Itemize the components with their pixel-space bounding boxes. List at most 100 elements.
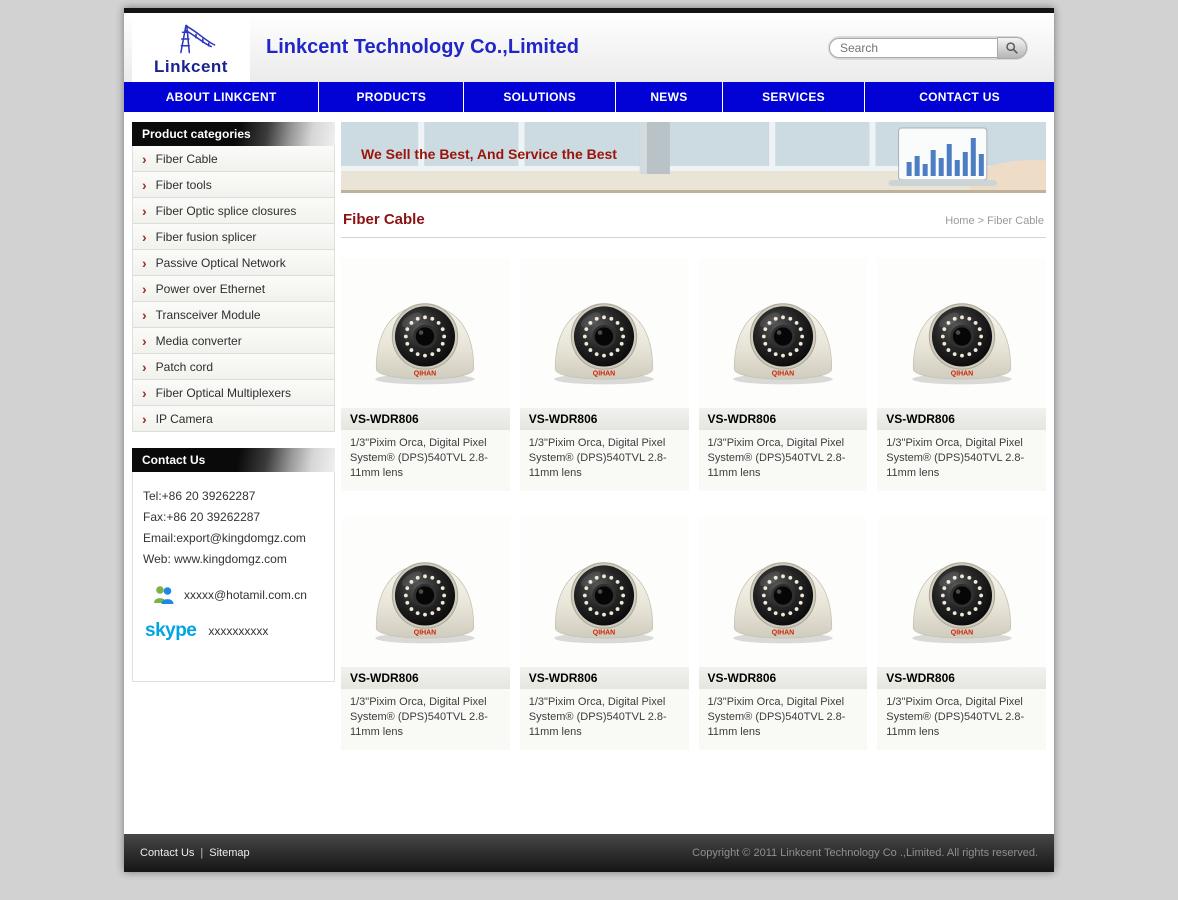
category-list: › Fiber Cable › Fiber tools › Fiber Optic s…: [132, 146, 335, 432]
sidebar-item-fiber-fusion-splicer[interactable]: › Fiber fusion splicer: [133, 224, 334, 250]
product-card: VS-WDR806 1/3"Pixim Orca, Digital Pixel …: [877, 258, 1046, 491]
product-description: 1/3"Pixim Orca, Digital Pixel System® (D…: [877, 689, 1046, 740]
category-label: IP Camera: [156, 412, 213, 426]
title-row: Fiber Cable Home > Fiber Cable: [341, 203, 1046, 238]
nav-item-news[interactable]: NEWS: [616, 82, 723, 112]
product-image-link[interactable]: [520, 258, 689, 408]
footer-separator: |: [200, 847, 203, 859]
arrow-icon: ›: [142, 256, 147, 270]
tel-line: Tel:+86 20 39262287: [143, 486, 324, 507]
sidebar-item-fiber-tools[interactable]: › Fiber tools: [133, 172, 334, 198]
sidebar-item-patch-cord[interactable]: ›Patch cord: [133, 354, 334, 380]
nav-item-solutions[interactable]: SOLUTIONS: [464, 82, 616, 112]
arrow-icon: ›: [142, 152, 147, 166]
product-grid: VS-WDR806 1/3"Pixim Orca, Digital Pixel …: [341, 258, 1046, 750]
footer: Contact Us | Sitemap Copyright © 2011 Link…: [124, 834, 1054, 872]
content-area: Product categories › Fiber Cable › Fiber t…: [124, 112, 1054, 834]
category-label: Transceiver Module: [156, 308, 261, 322]
dome-camera-image: [722, 279, 844, 387]
category-label: Fiber fusion splicer: [156, 230, 257, 244]
arrow-icon: ›: [142, 178, 147, 192]
product-description: 1/3"Pixim Orca, Digital Pixel System® (D…: [520, 689, 689, 740]
dome-camera-image: [543, 279, 665, 387]
product-image-link[interactable]: [520, 517, 689, 667]
nav-item-services[interactable]: SERVICES: [723, 82, 865, 112]
arrow-icon: ›: [142, 412, 147, 426]
header: Linkcent Linkcent Technology Co.,Limited: [124, 13, 1054, 82]
sidebar-item-fiber-cable[interactable]: › Fiber Cable: [133, 146, 334, 172]
sidebar-item-fiber-optic-splice-closures[interactable]: › Fiber Optic splice closures: [133, 198, 334, 224]
banner: We Sell the Best, And Service the Best: [341, 122, 1046, 193]
sidebar-item-power-over-ethernet[interactable]: ›Power over Ethernet: [133, 276, 334, 302]
nav-item-contact-us[interactable]: CONTACT US: [865, 82, 1054, 112]
nav-item-products[interactable]: PRODUCTS: [319, 82, 464, 112]
product-image-link[interactable]: [699, 258, 868, 408]
msn-row: xxxxx@hotamil.com.cn: [151, 583, 324, 607]
dome-camera-image: [901, 279, 1023, 387]
search-button[interactable]: [997, 37, 1027, 59]
arrow-icon: ›: [142, 334, 147, 348]
product-categories-header: Product categories: [132, 122, 335, 146]
product-name-link[interactable]: VS-WDR806: [341, 667, 510, 689]
product-name-link[interactable]: VS-WDR806: [520, 408, 689, 430]
sidebar-item-ip-camera[interactable]: › IP Camera: [133, 406, 334, 432]
product-card: VS-WDR806 1/3"Pixim Orca, Digital Pixel …: [520, 258, 689, 491]
product-name-link[interactable]: VS-WDR806: [520, 667, 689, 689]
product-image-link[interactable]: [877, 517, 1046, 667]
search-box: [828, 36, 1028, 60]
logo[interactable]: Linkcent: [132, 13, 250, 82]
arrow-icon: ›: [142, 386, 147, 400]
search-icon: [1005, 41, 1019, 55]
product-image-link[interactable]: [699, 517, 868, 667]
copyright: Copyright © 2011 Linkcent Technology Co …: [692, 847, 1038, 859]
dome-camera-image: [364, 538, 486, 646]
nav-item-about-linkcent[interactable]: ABOUT LINKCENT: [124, 82, 319, 112]
web-line: Web: www.kingdomgz.com: [143, 549, 324, 570]
main-content: We Sell the Best, And Service the Best F…: [341, 122, 1046, 750]
arrow-icon: ›: [142, 230, 147, 244]
product-name-link[interactable]: VS-WDR806: [877, 408, 1046, 430]
contact-box: Tel:+86 20 39262287 Fax:+86 20 39262287 …: [132, 472, 335, 682]
msn-address: xxxxx@hotamil.com.cn: [184, 588, 307, 602]
category-label: Fiber Optic splice closures: [156, 204, 297, 218]
banner-slogan: We Sell the Best, And Service the Best: [361, 146, 617, 162]
search-input[interactable]: [829, 38, 997, 58]
product-description: 1/3"Pixim Orca, Digital Pixel System® (D…: [341, 430, 510, 481]
footer-contact-link[interactable]: Contact Us: [140, 847, 194, 859]
page-wrapper: Linkcent Linkcent Technology Co.,Limited…: [124, 8, 1054, 872]
product-name-link[interactable]: VS-WDR806: [341, 408, 510, 430]
product-image-link[interactable]: [877, 258, 1046, 408]
breadcrumb[interactable]: Home > Fiber Cable: [945, 215, 1044, 227]
product-name-link[interactable]: VS-WDR806: [877, 667, 1046, 689]
sidebar-item-media-converter[interactable]: ›Media converter: [133, 328, 334, 354]
sidebar-item-transceiver-module[interactable]: ›Transceiver Module: [133, 302, 334, 328]
product-description: 1/3"Pixim Orca, Digital Pixel System® (D…: [520, 430, 689, 481]
product-name-link[interactable]: VS-WDR806: [699, 408, 868, 430]
product-image-link[interactable]: [341, 517, 510, 667]
sidebar-item-fiber-optical-multiplexers[interactable]: › Fiber Optical Multiplexers: [133, 380, 334, 406]
product-card: VS-WDR806 1/3"Pixim Orca, Digital Pixel …: [341, 258, 510, 491]
fax-line: Fax:+86 20 39262287: [143, 507, 324, 528]
product-card: VS-WDR806 1/3"Pixim Orca, Digital Pixel …: [877, 517, 1046, 750]
skype-row: skype xxxxxxxxxx: [145, 621, 324, 640]
product-description: 1/3"Pixim Orca, Digital Pixel System® (D…: [699, 689, 868, 740]
footer-sitemap-link[interactable]: Sitemap: [209, 847, 249, 859]
category-label: Fiber Cable: [156, 152, 218, 166]
category-label: Fiber Optical Multiplexers: [156, 386, 291, 400]
skype-logo: skype: [145, 621, 196, 640]
logo-text: Linkcent: [154, 58, 228, 75]
dome-camera-image: [901, 538, 1023, 646]
product-description: 1/3"Pixim Orca, Digital Pixel System® (D…: [699, 430, 868, 481]
product-image-link[interactable]: [341, 258, 510, 408]
skype-id: xxxxxxxxxx: [208, 624, 268, 638]
sidebar-item-passive-optical-network[interactable]: › Passive Optical Network: [133, 250, 334, 276]
product-name-link[interactable]: VS-WDR806: [699, 667, 868, 689]
product-description: 1/3"Pixim Orca, Digital Pixel System® (D…: [877, 430, 1046, 481]
arrow-icon: ›: [142, 204, 147, 218]
category-label: Fiber tools: [156, 178, 212, 192]
contact-us-header: Contact Us: [132, 448, 335, 472]
email-line: Email:export@kingdomgz.com: [143, 528, 324, 549]
category-label: Patch cord: [156, 360, 213, 374]
category-label: Passive Optical Network: [156, 256, 286, 270]
product-card: VS-WDR806 1/3"Pixim Orca, Digital Pixel …: [699, 517, 868, 750]
